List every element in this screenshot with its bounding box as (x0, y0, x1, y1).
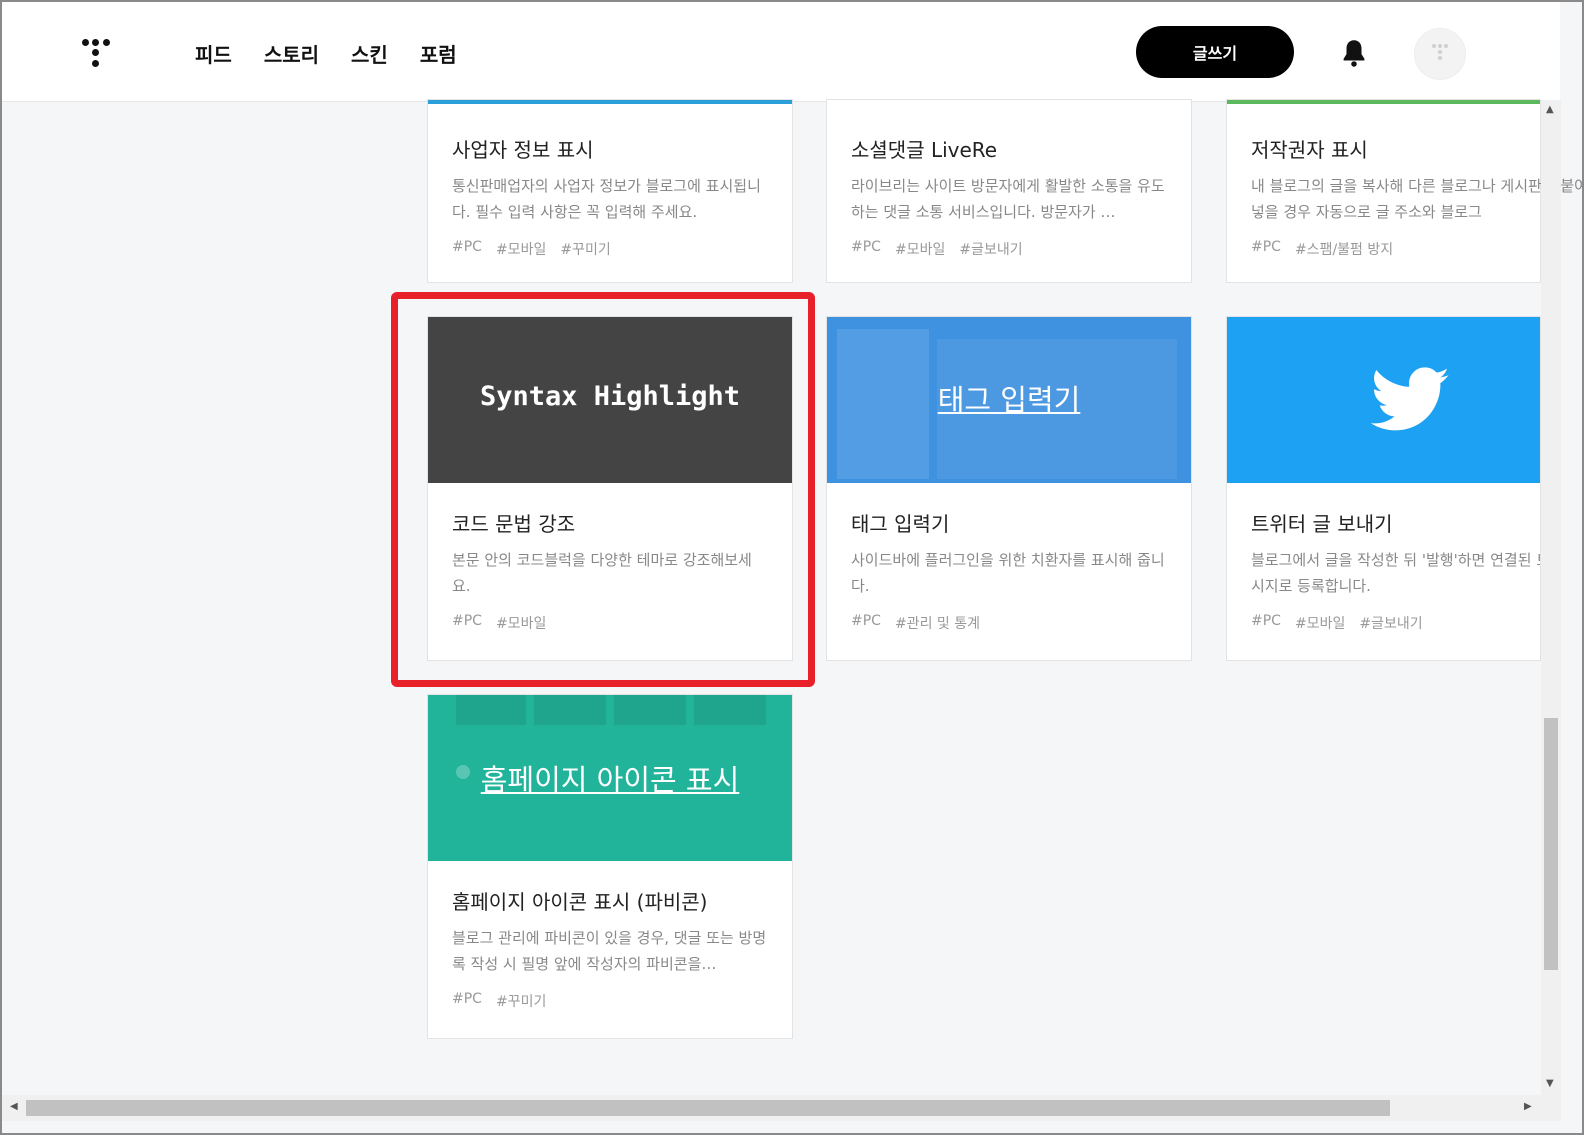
card-title: 코드 문법 강조 (452, 512, 576, 536)
card-tags: #PC #모바일 #꾸미기 (452, 239, 768, 259)
thumbnail-screenshot-decoration (614, 695, 686, 725)
tag: #모바일 (495, 242, 547, 258)
write-post-button[interactable]: 글쓰기 (1136, 26, 1294, 78)
card-thumbnail: 태그 입력기 (827, 317, 1191, 483)
tag: #PC (851, 239, 881, 255)
card-thumbnail (1227, 317, 1540, 483)
tag: #PC (452, 239, 482, 255)
card-tags: #PC #스팸/불펌 방지 (1251, 239, 1516, 259)
nav-item-skin[interactable]: 스킨 (351, 39, 388, 68)
card-description: 블로그에서 글을 작성한 뒤 '발행'하면 연결된 트위터에 메시지로 등록합니… (1251, 551, 1540, 595)
tag: #PC (452, 991, 482, 1007)
avatar-icon[interactable] (1414, 28, 1466, 80)
card-description: 라이브리는 사이트 방문자에게 활발한 소통을 유도하는 댓글 소통 서비스입니… (851, 177, 1165, 221)
plugin-card-business-info[interactable]: 사업자 정보 표시 통신판매업자의 사업자 정보가 블로그에 표시됩니다. 필수… (427, 99, 793, 283)
card-tags: #PC #모바일 (452, 613, 768, 633)
horizontal-scrollbar-thumb[interactable] (26, 1100, 1390, 1116)
card-accent-strip (1227, 100, 1540, 104)
main-nav: 피드 스토리 스킨 포럼 (195, 39, 457, 68)
top-navigation-bar: 피드 스토리 스킨 포럼 글쓰기 (2, 2, 1560, 102)
card-description: 사이드바에 플러그인을 위한 치환자를 표시해 줍니다. (851, 551, 1165, 595)
card-title: 사업자 정보 표시 (452, 138, 594, 162)
scroll-down-arrow-icon[interactable]: ▼ (1546, 1078, 1554, 1089)
scroll-left-arrow-icon[interactable]: ◀ (10, 1101, 18, 1112)
tag: #글보내기 (1359, 616, 1423, 632)
tag: #글보내기 (959, 242, 1023, 258)
vertical-scrollbar-thumb[interactable] (1544, 718, 1558, 970)
card-thumbnail: Syntax Highlight (428, 317, 792, 483)
scroll-right-arrow-icon[interactable]: ▶ (1524, 1101, 1532, 1112)
thumbnail-title: 홈페이지 아이콘 표시 (480, 763, 740, 797)
card-thumbnail: 홈페이지 아이콘 표시 (428, 695, 792, 861)
plugin-card-livere[interactable]: 소셜댓글 LiveRe 라이브리는 사이트 방문자에게 활발한 소통을 유도하는… (826, 99, 1192, 283)
thumbnail-screenshot-decoration (534, 695, 606, 725)
card-description: 블로그 관리에 파비콘이 있을 경우, 댓글 또는 방명록 작성 시 필명 앞에… (452, 929, 767, 973)
plugin-card-twitter[interactable]: 트위터 글 보내기 블로그에서 글을 작성한 뒤 '발행'하면 연결된 트위터에… (1226, 316, 1541, 661)
tag: #PC (1251, 239, 1281, 255)
tag: #꾸미기 (495, 994, 547, 1010)
tag: #PC (851, 613, 881, 629)
thumbnail-screenshot-decoration (456, 695, 526, 725)
card-tags: #PC #꾸미기 (452, 991, 768, 1011)
plugin-card-tag-input[interactable]: 태그 입력기 태그 입력기 사이드바에 플러그인을 위한 치환자를 표시해 줍니… (826, 316, 1192, 661)
scroll-up-arrow-icon[interactable]: ▲ (1546, 104, 1554, 115)
nav-item-forum[interactable]: 포럼 (420, 39, 457, 68)
tag: #모바일 (894, 242, 946, 258)
card-description: 내 블로그의 글을 복사해 다른 블로그나 게시판에 붙여넣을 경우 자동으로 … (1251, 177, 1584, 221)
tistory-logo-icon[interactable] (82, 35, 122, 75)
bell-icon[interactable] (1340, 38, 1368, 68)
thumbnail-title: 태그 입력기 (937, 383, 1081, 417)
tag: #PC (452, 613, 482, 629)
tag: #스팸/불펌 방지 (1294, 242, 1394, 258)
thumbnail-screenshot-decoration (694, 695, 766, 725)
tag: #관리 및 통계 (894, 616, 980, 632)
nav-item-feed[interactable]: 피드 (195, 39, 232, 68)
card-title: 소셜댓글 LiveRe (851, 138, 998, 162)
nav-item-story[interactable]: 스토리 (264, 39, 319, 68)
card-tags: #PC #모바일 #글보내기 (1251, 613, 1540, 633)
tag: #모바일 (1294, 616, 1346, 632)
plugin-card-favicon[interactable]: 홈페이지 아이콘 표시 홈페이지 아이콘 표시 (파비콘) 블로그 관리에 파비… (427, 694, 793, 1039)
tag: #모바일 (495, 616, 547, 632)
plugin-card-syntax-highlight[interactable]: Syntax Highlight 코드 문법 강조 본문 안의 코드블럭을 다양… (427, 316, 793, 661)
card-title: 태그 입력기 (851, 512, 950, 536)
twitter-bird-icon (1371, 367, 1450, 431)
plugin-card-copyright[interactable]: 저작권자 표시 내 블로그의 글을 복사해 다른 블로그나 게시판에 붙여넣을 … (1226, 99, 1584, 283)
thumbnail-title: Syntax Highlight (479, 381, 741, 412)
card-title: 저작권자 표시 (1251, 138, 1368, 162)
tag: #꾸미기 (560, 242, 611, 258)
card-description: 통신판매업자의 사업자 정보가 블로그에 표시됩니다. 필수 입력 사항은 꼭 … (452, 177, 761, 221)
tag: #PC (1251, 613, 1281, 629)
card-accent-strip (428, 100, 792, 104)
card-description: 본문 안의 코드블럭을 다양한 테마로 강조해보세요. (452, 551, 752, 595)
card-title: 홈페이지 아이콘 표시 (파비콘) (452, 890, 708, 914)
card-tags: #PC #모바일 #글보내기 (851, 239, 1167, 259)
card-title: 트위터 글 보내기 (1251, 512, 1393, 536)
card-tags: #PC #관리 및 통계 (851, 613, 1167, 633)
